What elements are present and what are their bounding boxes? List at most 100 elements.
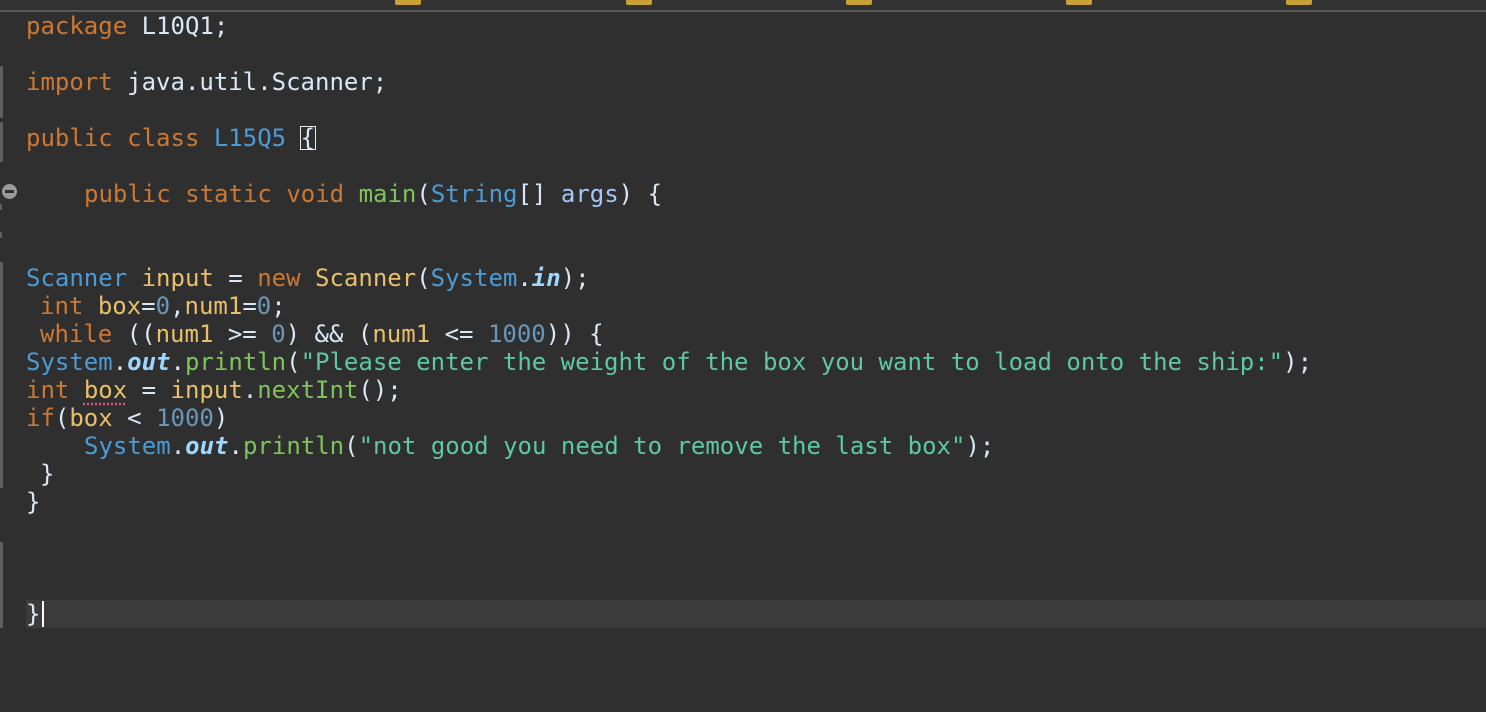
code-line-println-prompt[interactable]: System.out.println("Please enter the wei… bbox=[26, 348, 1312, 376]
keyword: public bbox=[84, 180, 171, 208]
annotation-marker[interactable] bbox=[626, 0, 652, 5]
punctuation: ; bbox=[271, 292, 286, 320]
punctuation: )) { bbox=[545, 320, 604, 348]
annotation-marker[interactable] bbox=[846, 0, 872, 5]
keyword: void bbox=[286, 180, 345, 208]
punctuation: . bbox=[170, 432, 186, 460]
method-name: println bbox=[184, 348, 287, 376]
punctuation: , bbox=[170, 292, 185, 320]
class-name: System bbox=[430, 264, 518, 292]
code-line-main-method[interactable]: public static void main(String[] args) { bbox=[84, 180, 662, 208]
punctuation: ); bbox=[1283, 348, 1313, 376]
punctuation: (( bbox=[112, 320, 156, 348]
code-line-close-brace[interactable]: } bbox=[26, 488, 40, 516]
operator: = bbox=[213, 264, 258, 292]
code-line-if[interactable]: if(box < 1000) bbox=[26, 404, 228, 432]
code-line-println-warning[interactable]: System.out.println("not good you need to… bbox=[84, 432, 994, 460]
operator: = bbox=[127, 376, 171, 404]
current-line-highlight bbox=[26, 600, 1486, 628]
variable-warning[interactable]: box bbox=[84, 376, 127, 404]
static-field: in bbox=[531, 264, 561, 292]
closing-brace: } bbox=[40, 460, 55, 488]
punctuation: ) { bbox=[618, 180, 663, 208]
gutter-indicator bbox=[0, 122, 3, 162]
class-name: Scanner bbox=[315, 264, 417, 292]
code-line-scanner[interactable]: Scanner input = new Scanner(System.in); bbox=[26, 264, 590, 292]
punctuation: ); bbox=[560, 264, 590, 292]
variable: box bbox=[97, 292, 142, 320]
keyword: package bbox=[26, 12, 128, 40]
variable: num1 bbox=[184, 292, 243, 320]
fold-collapse-icon[interactable] bbox=[2, 184, 17, 199]
class-name: System bbox=[84, 432, 171, 460]
keyword: if bbox=[26, 404, 55, 432]
punctuation: . bbox=[242, 376, 258, 404]
class-name: Scanner bbox=[26, 264, 128, 292]
package-name: L10Q1; bbox=[141, 12, 229, 40]
punctuation: ); bbox=[965, 432, 995, 460]
variable: num1 bbox=[155, 320, 214, 348]
static-field: out bbox=[185, 432, 229, 460]
punctuation: . bbox=[112, 348, 128, 376]
variable: box bbox=[69, 404, 113, 432]
method-name: main bbox=[358, 180, 417, 208]
code-line-import[interactable]: import java.util.Scanner; bbox=[26, 68, 387, 96]
import-path: java.util.Scanner; bbox=[127, 68, 388, 96]
operator: = bbox=[242, 292, 257, 320]
punctuation: ( bbox=[416, 264, 431, 292]
keyword: int bbox=[26, 376, 70, 404]
annotation-marker[interactable] bbox=[1286, 0, 1312, 5]
annotation-marker[interactable] bbox=[1066, 0, 1092, 5]
variable: input bbox=[141, 264, 214, 292]
punctuation: (); bbox=[358, 376, 402, 404]
number-literal: 1000 bbox=[487, 320, 546, 348]
text-caret bbox=[42, 601, 44, 627]
gutter-tick bbox=[0, 232, 2, 238]
number-literal: 0 bbox=[271, 320, 286, 348]
code-line-while[interactable]: while ((num1 >= 0) && (num1 <= 1000)) { bbox=[40, 320, 604, 348]
matched-bracket: { bbox=[299, 124, 317, 152]
punctuation: ( bbox=[344, 432, 359, 460]
number-literal: 0 bbox=[256, 292, 272, 320]
code-editor[interactable]: package L10Q1; import java.util.Scanner;… bbox=[0, 0, 1486, 712]
keyword: class bbox=[127, 124, 200, 152]
code-line-close-brace[interactable]: } bbox=[40, 460, 54, 488]
code-line-package[interactable]: package L10Q1; bbox=[26, 12, 228, 40]
variable: input bbox=[170, 376, 243, 404]
punctuation: [] bbox=[517, 180, 561, 208]
variable: num1 bbox=[372, 320, 431, 348]
code-line-close-class[interactable]: } bbox=[26, 600, 40, 628]
number-literal: 1000 bbox=[156, 404, 214, 432]
code-line-next-int[interactable]: int box = input.nextInt(); bbox=[26, 376, 402, 404]
annotation-marker[interactable] bbox=[395, 0, 421, 5]
punctuation: ( bbox=[416, 180, 431, 208]
method-name: nextInt bbox=[257, 376, 359, 404]
operator: <= bbox=[430, 320, 488, 348]
method-name: println bbox=[242, 432, 345, 460]
class-name: System bbox=[26, 348, 113, 376]
operator: >= bbox=[213, 320, 272, 348]
string-literal: "Please enter the weight of the box you … bbox=[300, 348, 1284, 376]
code-line-class-declaration[interactable]: public class L15Q5 { bbox=[26, 124, 317, 152]
keyword: while bbox=[40, 320, 113, 348]
punctuation: ) bbox=[213, 404, 229, 432]
string-literal: "not good you need to remove the last bo… bbox=[358, 432, 966, 460]
keyword: new bbox=[257, 264, 301, 292]
punctuation: . bbox=[228, 432, 243, 460]
gutter-indicator bbox=[0, 262, 3, 488]
code-line-int-declaration[interactable]: int box=0,num1=0; bbox=[40, 292, 286, 320]
keyword: import bbox=[26, 68, 113, 96]
closing-brace: } bbox=[26, 488, 41, 516]
keyword: int bbox=[40, 292, 84, 320]
closing-brace: } bbox=[26, 600, 41, 628]
operator: ) && ( bbox=[285, 320, 373, 348]
punctuation: ( bbox=[54, 404, 70, 432]
keyword: static bbox=[185, 180, 272, 208]
punctuation: . bbox=[517, 264, 532, 292]
static-field: out bbox=[127, 348, 171, 376]
parameter: args bbox=[560, 180, 619, 208]
operator: < bbox=[112, 404, 157, 432]
keyword: public bbox=[26, 124, 113, 152]
editor-top-strip bbox=[0, 0, 1486, 12]
class-name: L15Q5 bbox=[213, 124, 287, 152]
